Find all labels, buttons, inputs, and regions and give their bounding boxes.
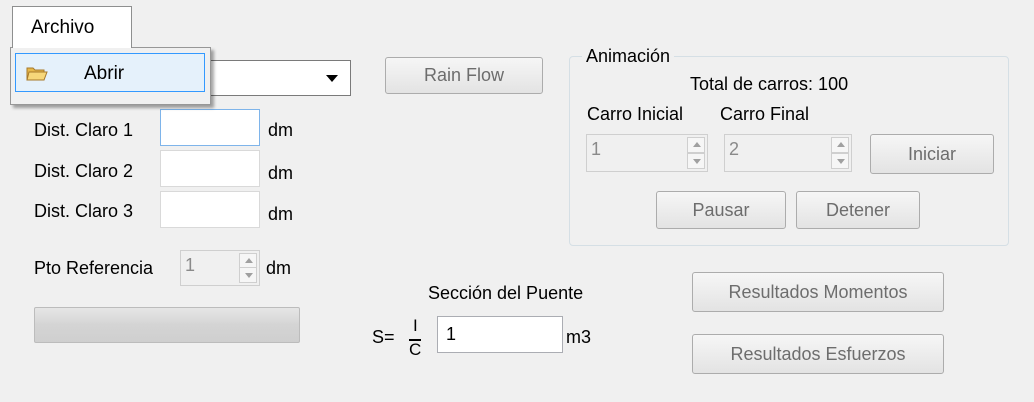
dist-claro-2-input[interactable] bbox=[160, 150, 260, 187]
carro-inicial-value: 1 bbox=[591, 139, 602, 159]
archivo-dropdown: Abrir bbox=[10, 47, 211, 105]
seccion-unit: m3 bbox=[566, 327, 592, 347]
pausar-button[interactable]: Pausar bbox=[656, 191, 786, 229]
spin-down-icon[interactable] bbox=[687, 153, 705, 169]
carro-final-spinner[interactable]: 2 bbox=[724, 134, 852, 172]
pto-referencia-label: Pto Referencia bbox=[34, 258, 154, 278]
menu-archivo[interactable]: Archivo bbox=[12, 6, 132, 48]
carro-inicial-spinner[interactable]: 1 bbox=[586, 134, 708, 172]
spin-down-icon[interactable] bbox=[831, 153, 849, 169]
carro-final-value: 2 bbox=[729, 139, 740, 159]
detener-button[interactable]: Detener bbox=[796, 191, 920, 229]
seccion-s-label: S= bbox=[372, 327, 395, 347]
dist-claro-3-label: Dist. Claro 3 bbox=[34, 201, 134, 221]
carro-final-label: Carro Final bbox=[720, 104, 810, 124]
pto-referencia-spinner[interactable]: 1 bbox=[180, 250, 260, 286]
iniciar-label: Iniciar bbox=[907, 143, 956, 164]
dist-claro-3-input[interactable] bbox=[160, 191, 260, 228]
dist-claro-1-unit: dm bbox=[268, 120, 294, 140]
menu-item-abrir-label: Abrir bbox=[84, 63, 125, 84]
spin-up-icon[interactable] bbox=[687, 137, 705, 153]
iniciar-button[interactable]: Iniciar bbox=[870, 134, 994, 174]
carro-inicial-label: Carro Inicial bbox=[587, 104, 684, 124]
resultados-momentos-button[interactable]: Resultados Momentos bbox=[692, 272, 944, 312]
dist-claro-2-label: Dist. Claro 2 bbox=[34, 161, 134, 181]
total-carros-label: Total de carros: 100 bbox=[690, 74, 849, 94]
seccion-value: 1 bbox=[446, 324, 457, 344]
combo-box[interactable] bbox=[205, 60, 351, 96]
pto-referencia-value: 1 bbox=[185, 255, 196, 275]
progress-bar bbox=[34, 307, 300, 343]
dist-claro-2-unit: dm bbox=[268, 163, 294, 183]
dist-claro-1-label: Dist. Claro 1 bbox=[34, 120, 134, 140]
spin-down-icon[interactable] bbox=[239, 267, 257, 283]
pto-referencia-unit: dm bbox=[266, 258, 292, 278]
spin-up-icon[interactable] bbox=[831, 137, 849, 153]
seccion-denominator: C bbox=[409, 340, 422, 359]
resultados-momentos-label: Resultados Momentos bbox=[728, 281, 908, 302]
seccion-input[interactable]: 1 bbox=[437, 316, 563, 353]
menu-item-abrir[interactable]: Abrir bbox=[15, 53, 205, 92]
dist-claro-3-unit: dm bbox=[268, 204, 294, 224]
resultados-esfuerzos-button[interactable]: Resultados Esfuerzos bbox=[692, 334, 944, 374]
seccion-numerator: I bbox=[413, 316, 418, 335]
animacion-title: Animación bbox=[582, 46, 675, 67]
dist-claro-1-input[interactable] bbox=[160, 109, 260, 146]
chevron-down-icon[interactable] bbox=[326, 75, 338, 82]
rain-flow-button[interactable]: Rain Flow bbox=[385, 57, 543, 94]
folder-open-icon bbox=[26, 67, 48, 81]
resultados-esfuerzos-label: Resultados Esfuerzos bbox=[730, 343, 906, 364]
rain-flow-label: Rain Flow bbox=[423, 65, 505, 85]
detener-label: Detener bbox=[825, 199, 891, 220]
menu-archivo-label: Archivo bbox=[31, 17, 95, 38]
seccion-title: Sección del Puente bbox=[428, 283, 584, 303]
pausar-label: Pausar bbox=[692, 199, 750, 220]
